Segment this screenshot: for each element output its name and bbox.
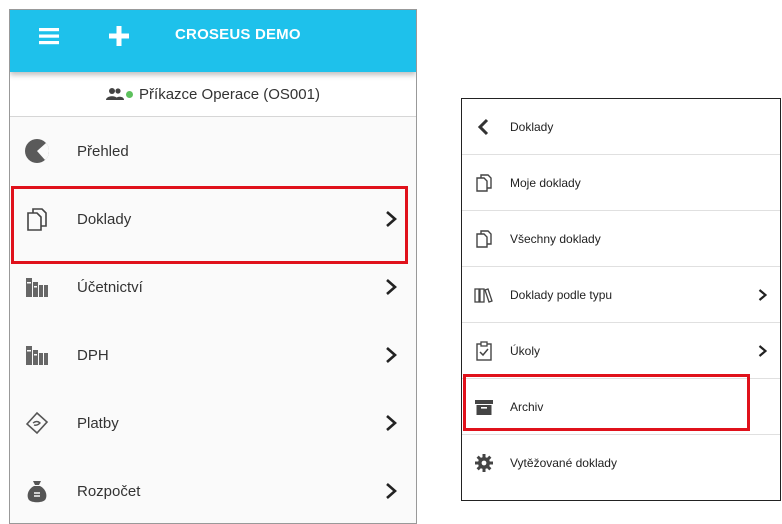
documents-icon [27, 208, 47, 231]
back-row[interactable]: Doklady [462, 99, 780, 155]
menu-item-rozpocet[interactable]: Rozpočet [10, 457, 416, 523]
documents-icon [476, 229, 492, 248]
archive-box-icon [475, 399, 493, 415]
chevron-right-icon [386, 279, 397, 295]
chevron-left-icon[interactable] [474, 117, 494, 137]
menu-item-label: DPH [77, 346, 109, 364]
users-icon [106, 88, 125, 100]
clipboard-check-icon [476, 340, 492, 361]
pie-chart-icon [25, 139, 50, 163]
chevron-right-icon [758, 288, 767, 301]
chevron-right-icon [386, 211, 397, 227]
menu-item-label: Platby [77, 414, 119, 432]
documents-icon [476, 173, 492, 192]
chevron-right-icon [386, 415, 397, 431]
chevron-right-icon [386, 483, 397, 499]
menu-item-platby[interactable]: Platby [10, 389, 416, 458]
chevron-right-icon [758, 344, 767, 357]
submenu-item-label: Úkoly [510, 343, 541, 358]
submenu-panel: Doklady Moje doklady Všechny doklady Dok… [461, 98, 781, 501]
app-title: CROSEUS DEMO [175, 26, 301, 43]
user-row[interactable]: Příkazce Operace (OS001) [10, 72, 416, 117]
books-icon [26, 346, 48, 365]
submenu-item-doklady-podle-typu[interactable]: Doklady podle typu [462, 267, 780, 323]
submenu-item-moje-doklady[interactable]: Moje doklady [462, 155, 780, 211]
payment-icon [25, 411, 49, 435]
user-name: Příkazce Operace (OS001) [139, 85, 320, 103]
main-menu-panel: CROSEUS DEMO Příkazce Operace (OS001) Př… [9, 9, 417, 524]
submenu-item-label: Archiv [510, 399, 544, 414]
gear-icon [475, 453, 493, 472]
books-icon [474, 287, 493, 303]
chevron-right-icon [386, 347, 397, 363]
menu-item-label: Účetnictví [77, 278, 143, 296]
submenu-item-label: Všechny doklady [510, 231, 601, 246]
submenu-item-label: Moje doklady [510, 175, 581, 190]
submenu-item-label: Vytěžované doklady [510, 455, 617, 470]
menu-item-label: Rozpočet [77, 482, 141, 500]
menu-item-label: Přehled [77, 142, 129, 160]
online-status-dot [126, 90, 134, 98]
submenu-item-archiv[interactable]: Archiv [462, 379, 780, 435]
menu-item-label: Doklady [77, 210, 132, 228]
hamburger-menu-icon[interactable] [37, 24, 61, 48]
menu-item-prehled[interactable]: Přehled [10, 117, 416, 186]
submenu-item-vsechny-doklady[interactable]: Všechny doklady [462, 211, 780, 267]
submenu-item-ukoly[interactable]: Úkoly [462, 323, 780, 379]
menu-item-doklady[interactable]: Doklady [10, 185, 416, 254]
books-icon [26, 278, 48, 297]
submenu-item-vytezovane-doklady[interactable]: Vytěžované doklady [462, 435, 780, 490]
menu-item-dph[interactable]: DPH [10, 321, 416, 390]
submenu-item-label: Doklady podle typu [510, 287, 613, 302]
money-bag-icon [27, 481, 47, 503]
back-label: Doklady [510, 119, 554, 134]
menu-item-ucetnictvi[interactable]: Účetnictví [10, 253, 416, 322]
top-bar: CROSEUS DEMO [10, 10, 416, 72]
plus-icon[interactable] [107, 24, 131, 48]
